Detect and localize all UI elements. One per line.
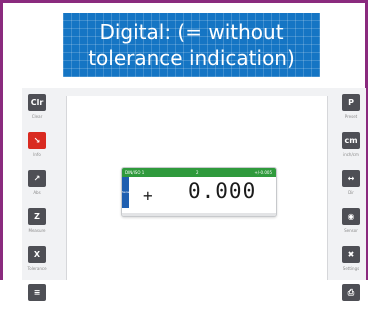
toolbar-button-label: Abs [33,190,41,195]
readout-header-tolerance: +/-0.005 [254,170,272,175]
toolbar-button-info[interactable]: ↘ Info [26,132,48,170]
title-banner: Digital: (= without tolerance indication… [63,13,320,77]
device-screen: Clr Clear ↘ Info ↗ Abs Z Measure X Tolerance ≡ DIN… [22,88,366,301]
toolbar-button-measure[interactable]: Z Measure [26,208,48,246]
direction-icon: ↔ [342,170,360,187]
toolbar-button-label: Tolerance [27,266,47,271]
measure-icon: Z [28,208,46,225]
toolbar-button-clear[interactable]: Clr Clear [26,94,48,132]
banner-line-2: tolerance indication) [88,46,295,70]
display-icon: ≡ [28,284,46,301]
toolbar-button-label: inch/cm [343,152,359,157]
toolbar-button-preset[interactable]: P Preset [340,94,362,132]
clear-icon: Clr [28,94,46,111]
readout-value: 0.000 [188,179,257,203]
preset-icon: P [342,94,360,111]
toolbar-button-tolerance[interactable]: X Tolerance [26,246,48,284]
toolbar-button-print[interactable]: ⎙ [340,284,362,322]
toolbar-button-label: Clear [31,114,43,119]
toolbar-button-label: Preset [344,114,358,119]
readout-header-index: 2 [196,170,199,175]
digital-readout[interactable]: DIN/ISO 1 2 +/-0.005 Sensor + 0.000 [121,167,277,217]
toolbar-button-label: Info [33,152,41,157]
abs-arrow-icon: ↗ [28,170,46,187]
right-toolbar: P Preset cm inch/cm ↔ Dir ◉ Sensor ✖ Settings ⎙ [340,94,362,322]
toolbar-button-label: Sensor [344,228,358,233]
readout-sign: + [143,186,153,205]
tools-icon: ✖ [342,246,360,263]
banner-line-1: Digital: (= without [99,20,284,44]
readout-footer [122,213,276,216]
toolbar-button-label: Measure [28,228,46,233]
readout-header-channel: DIN/ISO 1 [125,170,145,175]
sensor-icon: ◉ [342,208,360,225]
print-icon: ⎙ [342,284,360,301]
units-icon: cm [342,132,360,149]
toolbar-button-direction[interactable]: ↔ Dir [340,170,362,208]
toolbar-button-label: Dir [348,190,354,195]
left-toolbar: Clr Clear ↘ Info ↗ Abs Z Measure X Tolerance ≡ [26,94,48,322]
toolbar-button-sensor[interactable]: ◉ Sensor [340,208,362,246]
readout-header: DIN/ISO 1 2 +/-0.005 [122,168,276,177]
toolbar-button-label: Settings [342,266,360,271]
toolbar-button-abs[interactable]: ↗ Abs [26,170,48,208]
display-area: DIN/ISO 1 2 +/-0.005 Sensor + 0.000 [66,96,328,280]
toolbar-button-inch-cm[interactable]: cm inch/cm [340,132,362,170]
tolerance-icon: X [28,246,46,263]
readout-side-tab: Sensor [122,177,129,208]
info-arrow-icon: ↘ [28,132,46,149]
toolbar-button-display[interactable]: ≡ [26,284,48,322]
toolbar-button-settings[interactable]: ✖ Settings [340,246,362,284]
